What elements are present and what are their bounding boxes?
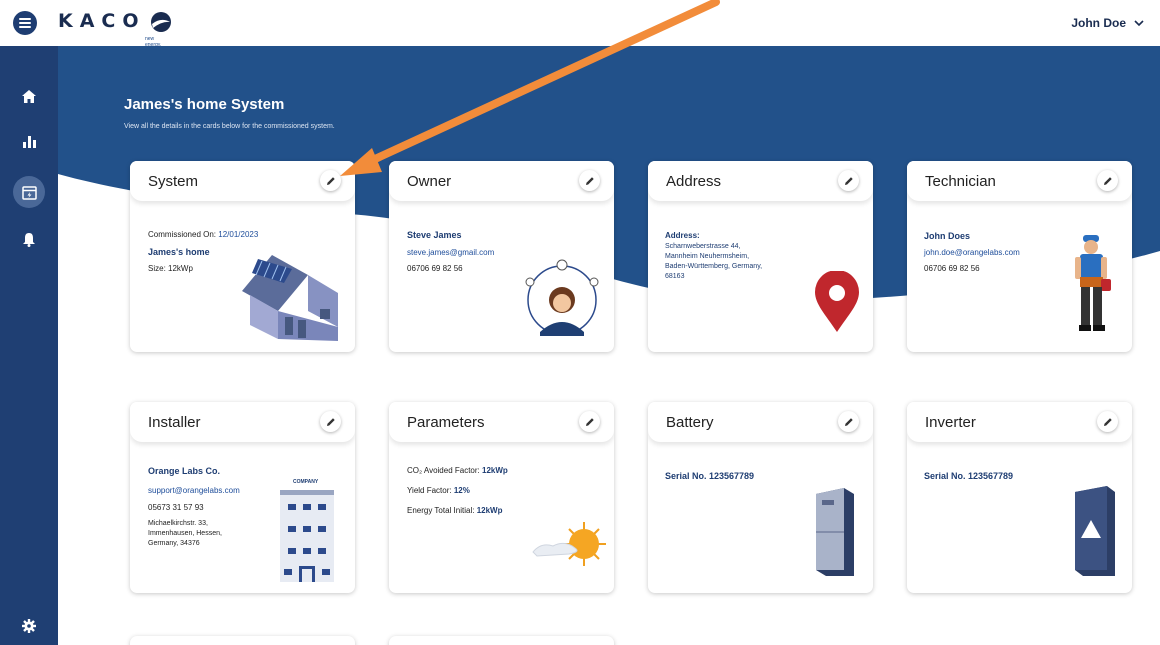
pencil-icon: [844, 417, 853, 426]
card-title: Inverter: [925, 414, 976, 431]
user-name: John Doe: [1071, 16, 1126, 30]
bar-chart-icon: [22, 136, 36, 148]
card-title: Installer: [148, 414, 201, 431]
address-line: 68163: [665, 273, 685, 280]
owner-name: Steve James: [407, 230, 462, 240]
sidebar-item-analytics[interactable]: [19, 132, 39, 152]
card-header: Battery: [648, 402, 873, 442]
card-header: Inverter: [907, 402, 1132, 442]
card-header: Address: [648, 161, 873, 201]
owner-phone: 06706 69 82 56: [407, 264, 463, 273]
card-header: Installer: [130, 402, 355, 442]
sidebar-item-home[interactable]: [19, 86, 39, 106]
card-title: Technician: [925, 173, 996, 190]
house-illustration: [242, 255, 338, 341]
installer-address-line: Michaelkirchstr. 33,: [148, 520, 208, 527]
card-title: Battery: [666, 414, 714, 431]
installer-email[interactable]: support@orangelabs.com: [148, 486, 240, 495]
technician-name: John Does: [924, 231, 971, 241]
pencil-icon: [1103, 417, 1112, 426]
system-card: System Commissioned On: 12/01/2023 James…: [130, 161, 355, 352]
pencil-icon: [1103, 176, 1112, 185]
yield-factor-row: Yield Factor: 12%: [407, 486, 470, 495]
pencil-icon: [326, 176, 335, 185]
inverter-card: Inverter Serial No. 123567789: [907, 402, 1132, 593]
pencil-icon: [326, 417, 335, 426]
edit-parameters-button[interactable]: [579, 411, 600, 432]
address-line: Mannheim Neuhermsheim,: [665, 253, 750, 260]
kaco-logo: KACO new energy.: [58, 10, 171, 48]
parameters-card: Parameters CO₂ Avoided Factor: 12kWp Yie…: [389, 402, 614, 593]
owner-email[interactable]: steve.james@gmail.com: [407, 248, 494, 257]
sidebar-item-notifications[interactable]: [19, 230, 39, 250]
sidebar-item-settings[interactable]: [19, 616, 39, 636]
sun-cloud-illustration: [532, 522, 606, 566]
address-card: Address Address: Scharnweberstrasse 44, …: [648, 161, 873, 352]
card-placeholder: [389, 636, 614, 645]
address-line: Baden-Württemberg, Germany,: [665, 263, 763, 270]
address-label: Address:: [665, 231, 700, 240]
technician-illustration: [1075, 235, 1111, 331]
battery-illustration: [816, 488, 854, 576]
home-icon: [22, 89, 36, 103]
building-sign: COMPANY: [293, 479, 319, 485]
system-name: James's home: [148, 247, 210, 257]
edit-address-button[interactable]: [838, 170, 859, 191]
chevron-down-icon: [1134, 19, 1144, 26]
installer-card: Installer Orange Labs Co. support@orange…: [130, 402, 355, 593]
installer-name: Orange Labs Co.: [148, 466, 221, 476]
sidebar: [0, 46, 58, 645]
pencil-icon: [585, 176, 594, 185]
company-building-illustration: [280, 490, 334, 582]
user-menu[interactable]: John Doe: [1071, 16, 1144, 30]
co2-factor-row: CO₂ Avoided Factor: 12kWp: [407, 466, 508, 475]
installer-address-line: Immenhausen, Hessen,: [148, 530, 222, 537]
battery-serial: Serial No. 123567789: [665, 471, 755, 481]
gear-icon: [22, 619, 36, 633]
technician-phone: 06706 69 82 56: [924, 264, 980, 273]
card-header: Technician: [907, 161, 1132, 201]
logo-swoosh-icon: [151, 12, 171, 32]
page-subtitle: View all the details in the cards below …: [124, 123, 335, 130]
sidebar-item-system[interactable]: [13, 176, 45, 208]
card-header: Owner: [389, 161, 614, 201]
edit-technician-button[interactable]: [1097, 170, 1118, 191]
inverter-serial: Serial No. 123567789: [924, 471, 1014, 481]
installer-phone: 05673 31 57 93: [148, 503, 204, 512]
map-pin-icon: [815, 271, 859, 332]
card-header: System: [130, 161, 355, 201]
inverter-illustration: [1075, 486, 1115, 576]
logo-tagline: new energy.: [145, 36, 162, 48]
calendar-icon: [21, 185, 37, 200]
edit-owner-button[interactable]: [579, 170, 600, 191]
card-placeholder: [130, 636, 355, 645]
card-header: Parameters: [389, 402, 614, 442]
owner-card: Owner Steve James steve.james@gmail.com …: [389, 161, 614, 352]
card-title: Address: [666, 173, 722, 190]
system-size: Size: 12kWp: [148, 264, 193, 273]
edit-installer-button[interactable]: [320, 411, 341, 432]
pencil-icon: [844, 176, 853, 185]
top-bar: KACO new energy. John Doe: [0, 0, 1160, 48]
edit-system-button[interactable]: [320, 170, 341, 191]
card-title: System: [148, 173, 199, 190]
page-title: James's home System: [124, 96, 285, 113]
owner-avatar-illustration: [525, 259, 599, 336]
edit-inverter-button[interactable]: [1097, 411, 1118, 432]
address-line: Scharnweberstrasse 44,: [665, 243, 741, 250]
energy-total-row: Energy Total Initial: 12kWp: [407, 506, 503, 515]
technician-email[interactable]: john.doe@orangelabs.com: [924, 248, 1020, 257]
logo-text: KACO: [58, 10, 146, 32]
technician-card: Technician John Does john.doe@orangelabs…: [907, 161, 1132, 352]
bell-icon: [23, 233, 35, 247]
pencil-icon: [585, 417, 594, 426]
installer-address-line: Germany, 34376: [148, 540, 200, 547]
card-title: Parameters: [407, 414, 485, 431]
card-title: Owner: [407, 173, 452, 190]
edit-battery-button[interactable]: [838, 411, 859, 432]
battery-card: Battery Serial No. 123567789: [648, 402, 873, 593]
menu-button[interactable]: [13, 11, 37, 35]
commissioned-row: Commissioned On: 12/01/2023: [148, 230, 259, 239]
